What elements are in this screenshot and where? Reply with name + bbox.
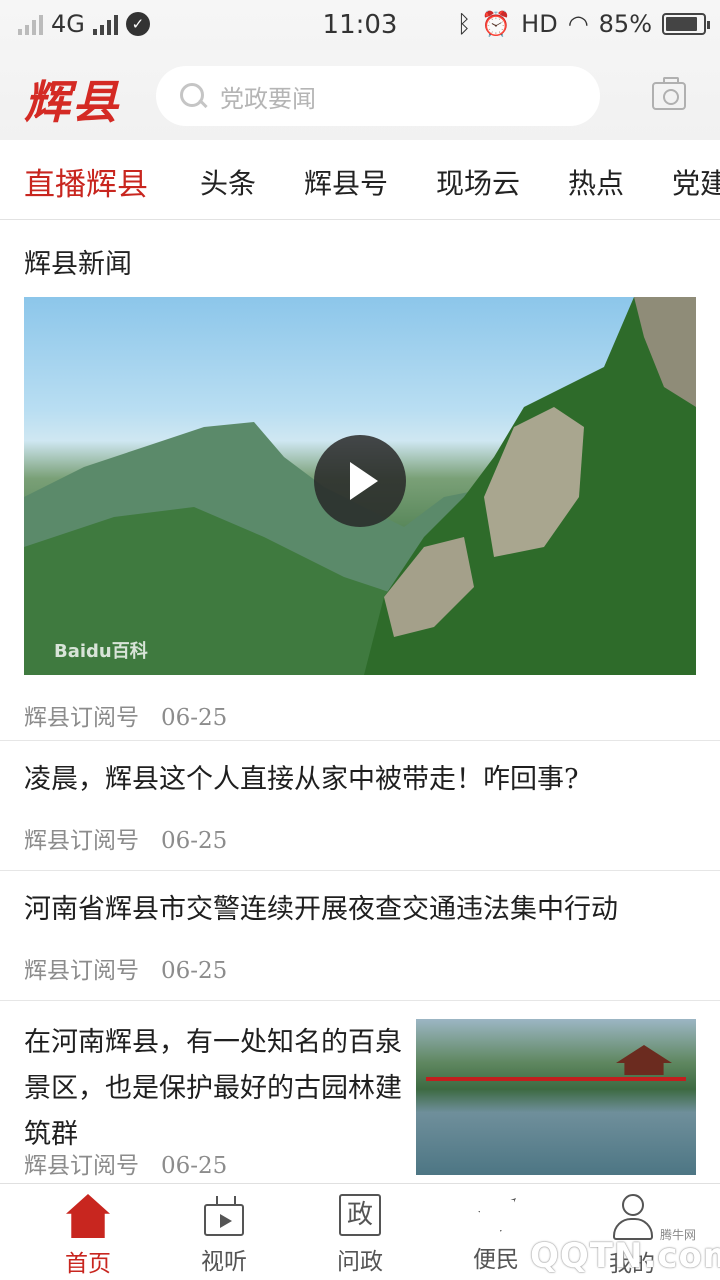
article-date: 06-25 [161, 705, 228, 731]
nav-inquiry[interactable]: 政 问政 [300, 1194, 420, 1276]
play-button[interactable] [314, 435, 406, 527]
divider [0, 870, 720, 871]
send-icon [474, 1194, 518, 1234]
user-icon [610, 1194, 654, 1240]
article-meta: 辉县订阅号 06-25 [24, 1146, 227, 1180]
section-title: 辉县新闻 [24, 249, 132, 280]
article-thumbnail[interactable] [416, 1019, 696, 1175]
search-placeholder[interactable]: 党政要闻 [220, 79, 316, 114]
article-title[interactable]: 河南省辉县市交警连续开展夜查交通违法集中行动 [24, 887, 696, 933]
tab-live-huixian[interactable]: 直播辉县 [24, 159, 148, 204]
nav-label: 首页 [65, 1251, 111, 1277]
app-header: 辉县 党政要闻 [0, 50, 720, 140]
tv-icon [204, 1204, 244, 1236]
tab-hot[interactable]: 热点 [568, 162, 624, 202]
app-logo[interactable]: 辉县 [24, 66, 120, 132]
nav-label: 问政 [337, 1249, 383, 1275]
article-date: 06-25 [161, 958, 228, 984]
news-feed: 辉县新闻 Baidu百科 辉县订阅号 06-25 凌晨，辉县这个人直接从家中被带走… [0, 220, 720, 1183]
status-bar: 4G ✓ 11:03 ᛒ ⏰ HD ◠ 85% [0, 0, 720, 50]
bridge-shape [426, 1077, 686, 1095]
tab-huixian-account[interactable]: 辉县号 [304, 162, 388, 202]
alarm-icon: ⏰ [481, 10, 512, 38]
search-bar[interactable]: 党政要闻 [156, 66, 600, 126]
home-icon [66, 1194, 110, 1238]
article-source: 辉县订阅号 [24, 958, 139, 984]
pavilion-shape [616, 1045, 672, 1075]
article-title[interactable]: 凌晨，辉县这个人直接从家中被带走！咋回事? [24, 757, 696, 803]
nav-label: 视听 [201, 1249, 247, 1275]
battery-icon [662, 13, 710, 35]
divider [0, 1000, 720, 1001]
article-date: 06-25 [161, 828, 228, 854]
site-watermark: QQTN.com [530, 1236, 720, 1276]
search-icon [178, 81, 208, 111]
article-meta: 辉县订阅号 06-25 [24, 951, 227, 985]
nav-home[interactable]: 首页 [28, 1194, 148, 1278]
tab-headlines[interactable]: 头条 [200, 162, 256, 202]
bluetooth-icon: ᛒ [456, 10, 472, 38]
nav-audio-video[interactable]: 视听 [164, 1194, 284, 1276]
battery-percent: 85% [598, 10, 652, 38]
article-source: 辉县订阅号 [24, 1153, 139, 1179]
video-meta: 辉县订阅号 06-25 [24, 698, 227, 732]
video-thumbnail[interactable]: Baidu百科 [24, 297, 696, 675]
article-date: 06-25 [161, 1153, 228, 1179]
article-title[interactable]: 在河南辉县，有一处知名的百泉景区，也是保护最好的古园林建筑群 [24, 1020, 404, 1158]
article-meta: 辉县订阅号 06-25 [24, 821, 227, 855]
article-source: 辉县订阅号 [24, 705, 139, 731]
divider [0, 740, 720, 741]
tab-party-building[interactable]: 党建 [672, 162, 720, 202]
tab-scene-cloud[interactable]: 现场云 [436, 162, 520, 202]
zheng-icon: 政 [339, 1194, 381, 1236]
image-watermark: Baidu百科 [54, 641, 148, 662]
status-right: ᛒ ⏰ HD ◠ 85% [456, 10, 710, 38]
wifi-icon: ◠ [567, 10, 589, 38]
article-source: 辉县订阅号 [24, 828, 139, 854]
category-tabs: 直播辉县 头条 辉县号 现场云 热点 党建 [0, 140, 720, 220]
hd-label: HD [521, 10, 558, 38]
camera-icon[interactable] [652, 77, 686, 110]
